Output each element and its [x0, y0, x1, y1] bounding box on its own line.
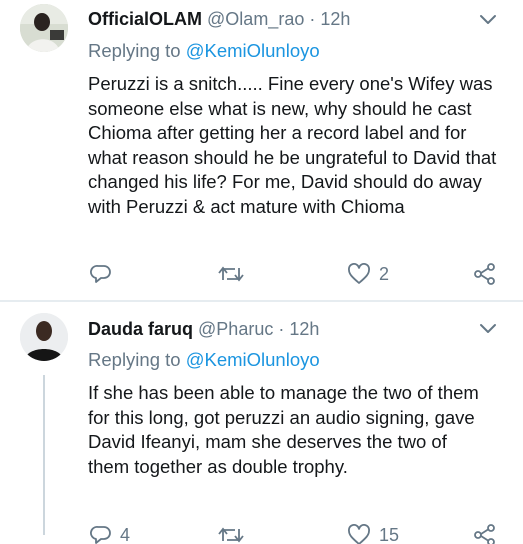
tweet-text: If she has been able to manage the two o…: [88, 382, 479, 477]
replying-to-label: Replying to: [88, 349, 181, 370]
reply-count: 4: [120, 524, 131, 544]
retweet-icon: [218, 527, 244, 543]
handle[interactable]: @Pharuc: [198, 319, 273, 339]
tweet-text: Peruzzi is a snitch..... Fine every one'…: [88, 73, 497, 217]
avatar-image: [20, 313, 68, 361]
share-icon: [474, 263, 495, 285]
like-count: 15: [379, 524, 400, 544]
avatar-image: [20, 4, 68, 52]
chevron-down-icon[interactable]: [479, 14, 497, 26]
timestamp[interactable]: 12h: [320, 9, 350, 29]
avatar[interactable]: [20, 313, 68, 361]
like-icon: [348, 263, 370, 284]
display-name[interactable]: OfficialOLAM: [88, 9, 202, 29]
mention-link[interactable]: @KemiOlunloyo: [186, 349, 320, 370]
reply-button[interactable]: 4: [90, 523, 130, 544]
handle[interactable]: @Olam_rao: [207, 9, 304, 29]
thread-line: [43, 375, 45, 535]
mention-link[interactable]: @KemiOlunloyo: [186, 40, 320, 61]
reply-icon: [90, 265, 111, 283]
avatar[interactable]: [20, 4, 68, 52]
share-button[interactable]: [474, 523, 496, 544]
tweet-header: Dauda faruq @Pharuc · 12h: [88, 319, 319, 340]
separator-dot: ·: [309, 9, 316, 29]
retweet-button[interactable]: [218, 523, 252, 544]
reply-icon: [90, 526, 111, 544]
timestamp[interactable]: 12h: [289, 319, 319, 339]
like-icon: [348, 524, 370, 544]
tweet[interactable]: Dauda faruq @Pharuc · 12h Replying to @K…: [0, 301, 523, 544]
replying-to-label: Replying to: [88, 40, 181, 61]
share-icon: [474, 524, 495, 544]
tweet[interactable]: OfficialOLAM @Olam_rao · 12h Replying to…: [0, 0, 523, 301]
like-count: 2: [379, 263, 390, 284]
share-button[interactable]: [474, 262, 496, 286]
replying-to: Replying to @KemiOlunloyo: [88, 349, 320, 371]
tweet-header: OfficialOLAM @Olam_rao · 12h: [88, 9, 350, 30]
display-name[interactable]: Dauda faruq: [88, 319, 193, 339]
separator-dot: ·: [278, 319, 285, 339]
like-button[interactable]: 15: [347, 523, 399, 544]
reply-button[interactable]: [90, 262, 120, 286]
retweet-button[interactable]: [218, 262, 252, 286]
retweet-icon: [218, 266, 244, 282]
replying-to: Replying to @KemiOlunloyo: [88, 40, 320, 62]
chevron-down-icon[interactable]: [479, 323, 497, 335]
like-button[interactable]: 2: [347, 262, 389, 286]
